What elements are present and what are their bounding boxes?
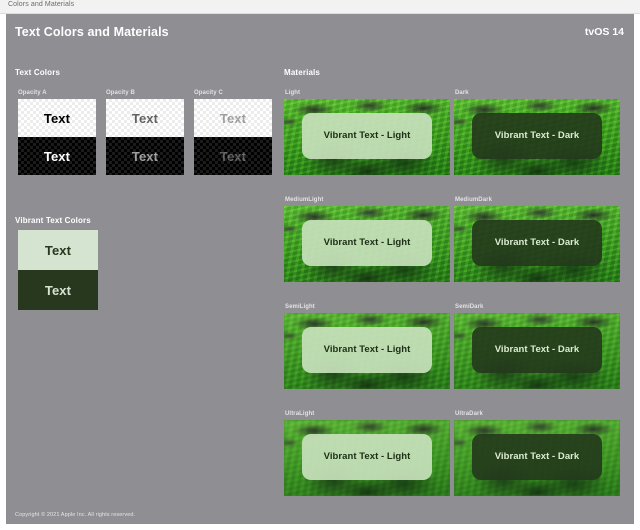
opacity-a-on-light: Text: [18, 99, 96, 137]
material-thumb-light: Vibrant Text - Light: [284, 99, 450, 175]
section-title-vibrant-text-colors: Vibrant Text Colors: [15, 216, 91, 225]
material-overlay-dark: Vibrant Text - Dark: [472, 113, 602, 159]
opacity-group-a-swatches: Text Text: [18, 99, 96, 175]
material-card-semilight[interactable]: SemiLight Vibrant Text - Light: [284, 304, 450, 389]
opacity-b-dark-sample: Text: [131, 148, 159, 164]
material-thumb-dark: Vibrant Text - Dark: [454, 99, 620, 175]
material-card-mediumlight-label: MediumLight: [285, 197, 324, 203]
material-thumb-mediumdark: Vibrant Text - Dark: [454, 206, 620, 282]
window-titlebar: Colors and Materials: [0, 0, 640, 14]
material-overlay-ultradark-text: Vibrant Text - Dark: [494, 451, 580, 463]
material-card-light[interactable]: Light Vibrant Text - Light: [284, 90, 450, 175]
window-title: Colors and Materials: [8, 1, 75, 8]
material-thumb-ultralight: Vibrant Text - Light: [284, 420, 450, 496]
opacity-a-light-sample: Text: [43, 110, 71, 126]
section-title-materials: Materials: [284, 68, 321, 77]
opacity-b-on-light: Text: [106, 99, 184, 137]
opacity-a-dark-sample: Text: [43, 148, 71, 164]
app-window: Colors and Materials Text Colors and Mat…: [0, 0, 640, 530]
material-card-mediumdark[interactable]: MediumDark Vibrant Text - Dark: [454, 197, 620, 282]
opacity-a-on-dark: Text: [18, 137, 96, 175]
material-thumb-ultradark: Vibrant Text - Dark: [454, 420, 620, 496]
opacity-c-dark-sample: Text: [219, 148, 247, 164]
material-card-ultradark-label: UltraDark: [455, 411, 483, 417]
material-card-dark-label: Dark: [455, 90, 469, 96]
material-overlay-mediumlight-text: Vibrant Text - Light: [323, 237, 411, 249]
vibrant-light-sample: Text: [44, 242, 72, 258]
material-card-light-label: Light: [285, 90, 301, 96]
material-overlay-ultradark: Vibrant Text - Dark: [472, 434, 602, 480]
material-card-dark[interactable]: Dark Vibrant Text - Dark: [454, 90, 620, 175]
material-overlay-ultralight-text: Vibrant Text - Light: [323, 451, 411, 463]
material-overlay-mediumlight: Vibrant Text - Light: [302, 220, 432, 266]
opacity-c-on-dark: Text: [194, 137, 272, 175]
opacity-group-c-label: Opacity C: [194, 90, 223, 96]
material-card-ultradark[interactable]: UltraDark Vibrant Text - Dark: [454, 411, 620, 496]
opacity-group-b-label: Opacity B: [106, 90, 135, 96]
section-title-text-colors: Text Colors: [15, 68, 61, 77]
material-thumb-mediumlight: Vibrant Text - Light: [284, 206, 450, 282]
page-title: Text Colors and Materials: [15, 25, 169, 39]
platform-badge: tvOS 14: [584, 26, 624, 38]
vibrant-text-swatches: Text Text: [18, 230, 98, 310]
vibrant-dark-sample: Text: [44, 282, 72, 298]
material-thumb-semidark: Vibrant Text - Dark: [454, 313, 620, 389]
material-overlay-semilight-text: Vibrant Text - Light: [323, 344, 411, 356]
material-overlay-semidark: Vibrant Text - Dark: [472, 327, 602, 373]
material-card-mediumlight[interactable]: MediumLight Vibrant Text - Light: [284, 197, 450, 282]
app-canvas: Text Colors and Materials tvOS 14 Text C…: [6, 14, 634, 524]
copyright-footer: Copyright © 2021 Apple Inc. All rights r…: [15, 512, 136, 518]
material-overlay-light: Vibrant Text - Light: [302, 113, 432, 159]
material-overlay-semilight: Vibrant Text - Light: [302, 327, 432, 373]
vibrant-swatch-dark: Text: [18, 270, 98, 310]
material-card-ultralight-label: UltraLight: [285, 411, 315, 417]
opacity-c-on-light: Text: [194, 99, 272, 137]
material-overlay-light-text: Vibrant Text - Light: [323, 130, 411, 142]
material-card-ultralight[interactable]: UltraLight Vibrant Text - Light: [284, 411, 450, 496]
material-overlay-mediumdark: Vibrant Text - Dark: [472, 220, 602, 266]
opacity-group-c-swatches: Text Text: [194, 99, 272, 175]
material-overlay-dark-text: Vibrant Text - Dark: [494, 130, 580, 142]
opacity-group-b-swatches: Text Text: [106, 99, 184, 175]
material-card-semilight-label: SemiLight: [285, 304, 315, 310]
app-header: Text Colors and Materials tvOS 14: [6, 14, 634, 52]
opacity-c-light-sample: Text: [219, 110, 247, 126]
vibrant-swatch-light: Text: [18, 230, 98, 270]
material-overlay-mediumdark-text: Vibrant Text - Dark: [494, 237, 580, 249]
material-overlay-semidark-text: Vibrant Text - Dark: [494, 344, 580, 356]
material-overlay-ultralight: Vibrant Text - Light: [302, 434, 432, 480]
opacity-b-on-dark: Text: [106, 137, 184, 175]
material-thumb-semilight: Vibrant Text - Light: [284, 313, 450, 389]
opacity-b-light-sample: Text: [131, 110, 159, 126]
opacity-group-a-label: Opacity A: [18, 90, 47, 96]
material-card-semidark-label: SemiDark: [455, 304, 484, 310]
material-card-semidark[interactable]: SemiDark Vibrant Text - Dark: [454, 304, 620, 389]
material-card-mediumdark-label: MediumDark: [455, 197, 493, 203]
